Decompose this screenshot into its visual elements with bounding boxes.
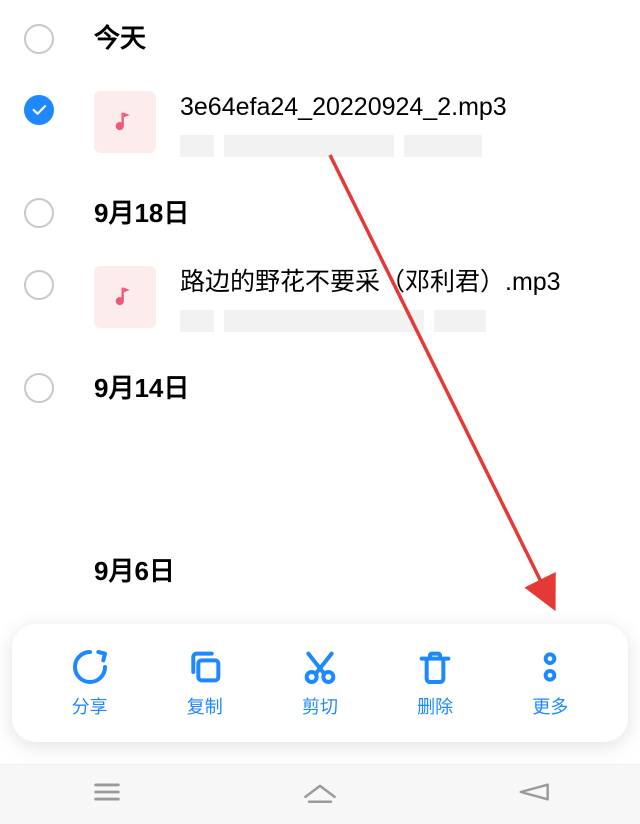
file-info: 路边的野花不要采（邓利君）.mp3 bbox=[180, 266, 616, 332]
delete-button[interactable]: 删除 bbox=[395, 647, 475, 719]
section-header-sep14[interactable]: 9月14日 bbox=[0, 350, 640, 423]
more-button[interactable]: 更多 bbox=[510, 647, 590, 719]
file-row[interactable]: 3e64efa24_20220924_2.mp3 bbox=[0, 73, 640, 175]
check-icon bbox=[30, 101, 48, 119]
file-name: 路边的野花不要采（邓利君）.mp3 bbox=[180, 266, 616, 300]
checkbox[interactable] bbox=[24, 24, 54, 54]
menu-icon bbox=[85, 775, 129, 809]
action-label: 复制 bbox=[187, 693, 223, 719]
system-nav-bar bbox=[0, 764, 640, 824]
checkbox[interactable] bbox=[24, 198, 54, 228]
home-icon bbox=[298, 775, 342, 809]
section-header-sep6[interactable]: 9月6日 bbox=[0, 515, 640, 588]
file-meta bbox=[180, 135, 616, 157]
trash-icon bbox=[415, 647, 455, 687]
music-file-icon bbox=[94, 266, 156, 328]
back-button[interactable] bbox=[511, 775, 555, 814]
share-icon bbox=[70, 647, 110, 687]
section-label: 9月6日 bbox=[94, 551, 175, 588]
file-info: 3e64efa24_20220924_2.mp3 bbox=[180, 91, 616, 157]
cut-icon bbox=[300, 647, 340, 687]
action-label: 分享 bbox=[72, 693, 108, 719]
cut-button[interactable]: 剪切 bbox=[280, 647, 360, 719]
file-name: 3e64efa24_20220924_2.mp3 bbox=[180, 91, 616, 125]
share-button[interactable]: 分享 bbox=[50, 647, 130, 719]
action-label: 更多 bbox=[532, 693, 568, 719]
copy-icon bbox=[185, 647, 225, 687]
file-meta bbox=[180, 310, 616, 332]
copy-button[interactable]: 复制 bbox=[165, 647, 245, 719]
back-icon bbox=[511, 775, 555, 809]
checkbox[interactable] bbox=[24, 373, 54, 403]
section-label: 今天 bbox=[94, 18, 146, 55]
checkbox[interactable] bbox=[24, 270, 54, 300]
music-file-icon bbox=[94, 91, 156, 153]
action-bar: 分享 复制 剪切 删除 更多 bbox=[12, 624, 628, 742]
section-label: 9月18日 bbox=[94, 193, 189, 230]
section-header-sep18[interactable]: 9月18日 bbox=[0, 175, 640, 248]
home-button[interactable] bbox=[298, 775, 342, 814]
checkbox-checked[interactable] bbox=[24, 95, 54, 125]
file-row[interactable]: 路边的野花不要采（邓利君）.mp3 bbox=[0, 248, 640, 350]
file-row-partial[interactable] bbox=[0, 423, 640, 515]
action-label: 剪切 bbox=[302, 693, 338, 719]
section-label: 9月14日 bbox=[94, 368, 189, 405]
action-label: 删除 bbox=[417, 693, 453, 719]
more-icon bbox=[530, 647, 570, 687]
recent-apps-button[interactable] bbox=[85, 775, 129, 814]
section-header-today[interactable]: 今天 bbox=[0, 0, 640, 73]
